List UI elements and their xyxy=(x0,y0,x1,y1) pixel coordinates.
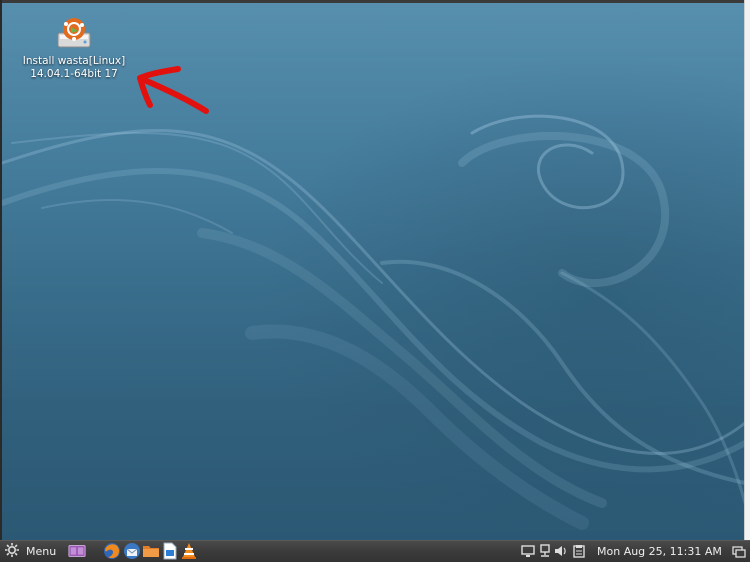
network-icon[interactable] xyxy=(538,543,552,559)
desktop-icon-install-wasta[interactable]: Install wasta[Linux] 14.04.1-64bit 17 xyxy=(14,15,134,81)
clipboard-icon[interactable] xyxy=(572,543,586,559)
firefox-icon[interactable] xyxy=(103,542,121,560)
taskbar: Menu Mon Aug 25, 11:31 AM xyxy=(0,540,750,562)
display-icon[interactable] xyxy=(521,543,535,559)
wallpaper-smoke-pattern xyxy=(2,3,745,540)
background-window-edge xyxy=(744,0,750,540)
desktop-icon-label-line2: 14.04.1-64bit 17 xyxy=(30,68,118,80)
workspace-switcher-icon[interactable] xyxy=(68,542,86,560)
desktop-screen: Install wasta[Linux] 14.04.1-64bit 17 Me… xyxy=(0,0,750,562)
window-frame-top xyxy=(0,0,750,3)
vlc-icon[interactable] xyxy=(181,542,199,560)
desktop-icon-label-line1: Install wasta[Linux] xyxy=(22,55,126,67)
install-drive-icon xyxy=(54,15,94,53)
menu-label: Menu xyxy=(26,545,57,558)
show-desktop-icon[interactable] xyxy=(732,543,746,559)
desktop-icon-label: Install wasta[Linux] 14.04.1-64bit 17 xyxy=(14,55,134,81)
window-frame-left xyxy=(0,0,2,540)
volume-icon[interactable] xyxy=(554,543,568,559)
libreoffice-writer-icon[interactable] xyxy=(162,542,180,560)
desktop-wallpaper[interactable]: Install wasta[Linux] 14.04.1-64bit 17 xyxy=(2,3,745,540)
gear-icon xyxy=(4,542,20,562)
menu-button[interactable]: Menu xyxy=(4,541,56,562)
clock[interactable]: Mon Aug 25, 11:31 AM xyxy=(597,541,722,562)
thunderbird-icon[interactable] xyxy=(123,542,141,560)
files-folder-icon[interactable] xyxy=(142,542,160,560)
